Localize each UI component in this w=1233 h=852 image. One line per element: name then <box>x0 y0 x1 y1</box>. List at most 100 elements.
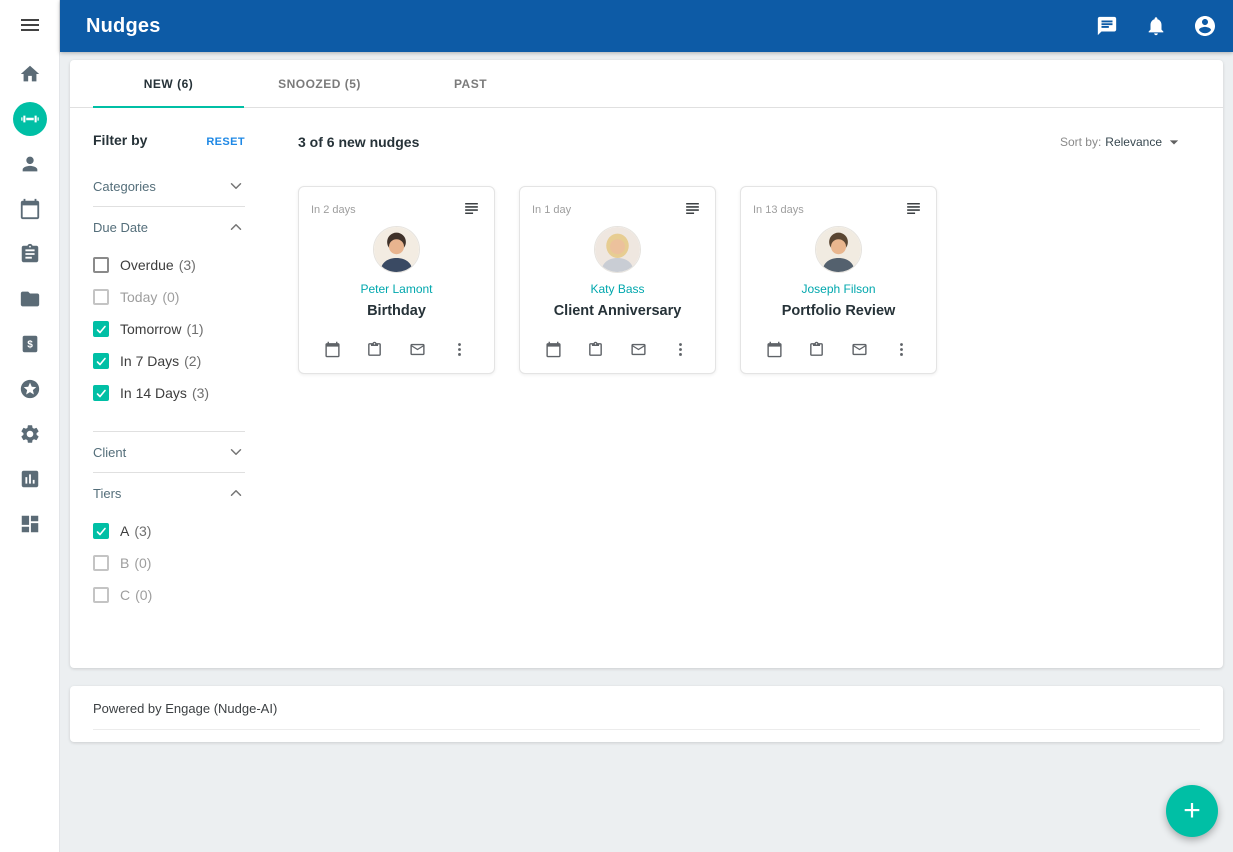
sidebar-item-billing[interactable]: $ <box>0 321 60 366</box>
add-nudge-fab[interactable]: + <box>1166 785 1218 837</box>
email-button[interactable] <box>851 341 869 359</box>
powered-by-text: Powered by Engage (Nudge-AI) <box>93 701 1200 716</box>
notes-button[interactable] <box>683 199 703 219</box>
client-name-link[interactable]: Katy Bass <box>532 282 703 296</box>
email-button[interactable] <box>409 341 427 359</box>
filter-option-tier-b[interactable]: B (0) <box>93 547 245 579</box>
filter-section-client[interactable]: Client <box>93 438 245 466</box>
note-button[interactable] <box>587 341 605 359</box>
filter-option-tomorrow[interactable]: Tomorrow (1) <box>93 313 245 345</box>
clipboard-icon <box>19 243 41 265</box>
section-label: Categories <box>93 179 156 194</box>
sidebar-item-documents[interactable] <box>0 276 60 321</box>
sidebar-item-dashboard[interactable] <box>0 501 60 546</box>
chevron-down-icon <box>227 177 245 195</box>
tab-snoozed[interactable]: SNOOZED (5) <box>244 60 395 107</box>
nudge-title: Birthday <box>311 303 482 319</box>
card-header: In 2 days <box>311 199 482 221</box>
option-count: (3) <box>179 257 196 273</box>
tier-options: A (3) B (0) C (0) <box>93 515 245 611</box>
nudge-card[interactable]: In 1 day <box>519 186 716 374</box>
client-name-link[interactable]: Joseph Filson <box>753 282 924 296</box>
avatar-row <box>532 226 703 273</box>
nudge-card[interactable]: In 13 days <box>740 186 937 374</box>
due-badge: In 2 days <box>311 199 356 216</box>
divider <box>93 431 245 432</box>
notes-button[interactable] <box>462 199 482 219</box>
option-label: In 14 Days <box>120 385 187 401</box>
avatar-photo <box>816 227 861 272</box>
client-avatar[interactable] <box>373 226 420 273</box>
notes-icon <box>904 199 923 218</box>
nudge-cards: In 2 days <box>298 186 1200 374</box>
filter-option-today[interactable]: Today (0) <box>93 281 245 313</box>
more-button[interactable] <box>672 341 690 359</box>
avatar-row <box>311 226 482 273</box>
sidebar-item-settings[interactable] <box>0 411 60 456</box>
gear-icon <box>19 423 41 445</box>
filter-panel: Filter by RESET Categories Due Date <box>93 132 245 611</box>
sort-dropdown[interactable]: Sort by: Relevance <box>1060 132 1184 152</box>
sidebar-item-reports[interactable] <box>0 456 60 501</box>
schedule-button[interactable] <box>324 341 342 359</box>
client-avatar[interactable] <box>594 226 641 273</box>
option-label: In 7 Days <box>120 353 179 369</box>
client-name-link[interactable]: Peter Lamont <box>311 282 482 296</box>
sidebar-item-nudges[interactable] <box>0 96 60 141</box>
chat-icon <box>1096 15 1118 37</box>
filter-option-in-7-days[interactable]: In 7 Days (2) <box>93 345 245 377</box>
nudges-panel: NEW (6) SNOOZED (5) PAST Filter by RESET… <box>70 60 1223 668</box>
sidebar-item-clients[interactable] <box>0 141 60 186</box>
checkbox <box>93 385 109 401</box>
tab-past[interactable]: PAST <box>395 60 546 107</box>
divider <box>93 206 245 207</box>
nudge-card[interactable]: In 2 days <box>298 186 495 374</box>
tab-label: NEW (6) <box>144 77 194 91</box>
filter-option-tier-a[interactable]: A (3) <box>93 515 245 547</box>
notes-button[interactable] <box>904 199 924 219</box>
chat-button[interactable] <box>1095 14 1119 38</box>
more-button[interactable] <box>451 341 469 359</box>
option-count: (3) <box>134 523 151 539</box>
tab-new[interactable]: NEW (6) <box>93 60 244 107</box>
option-label: Tomorrow <box>120 321 181 337</box>
section-label: Client <box>93 445 126 460</box>
menu-button[interactable] <box>12 13 48 37</box>
nudge-title: Portfolio Review <box>753 303 924 319</box>
sidebar-item-calendar[interactable] <box>0 186 60 231</box>
filter-option-in-14-days[interactable]: In 14 Days (3) <box>93 377 245 409</box>
note-button[interactable] <box>808 341 826 359</box>
nudges-active-badge <box>13 102 47 136</box>
filter-option-tier-c[interactable]: C (0) <box>93 579 245 611</box>
checkbox <box>93 321 109 337</box>
email-button[interactable] <box>630 341 648 359</box>
option-count: (0) <box>162 289 179 305</box>
clipboard-icon <box>808 341 825 358</box>
filter-section-categories[interactable]: Categories <box>93 172 245 200</box>
content-area: NEW (6) SNOOZED (5) PAST Filter by RESET… <box>60 52 1233 852</box>
filter-option-overdue[interactable]: Overdue (3) <box>93 249 245 281</box>
schedule-button[interactable] <box>545 341 563 359</box>
filter-section-tiers[interactable]: Tiers <box>93 479 245 507</box>
calendar-icon <box>324 341 341 358</box>
main-column: Nudges NEW (6) SNOOZED (5) <box>60 0 1233 852</box>
option-count: (0) <box>135 587 152 603</box>
sidebar-item-tasks[interactable] <box>0 231 60 276</box>
option-count: (0) <box>134 555 151 571</box>
check-icon <box>95 525 107 538</box>
section-label: Due Date <box>93 220 148 235</box>
more-button[interactable] <box>893 341 911 359</box>
sidebar-item-favorites[interactable] <box>0 366 60 411</box>
reset-filters-button[interactable]: RESET <box>206 136 245 148</box>
bell-icon <box>1145 15 1167 37</box>
sidebar-item-home[interactable] <box>0 51 60 96</box>
check-icon <box>95 355 107 368</box>
notifications-button[interactable] <box>1144 14 1168 38</box>
client-avatar[interactable] <box>815 226 862 273</box>
avatar-photo <box>595 227 640 272</box>
account-button[interactable] <box>1193 14 1217 38</box>
filter-section-due-date[interactable]: Due Date <box>93 213 245 241</box>
note-button[interactable] <box>366 341 384 359</box>
schedule-button[interactable] <box>766 341 784 359</box>
folder-icon <box>19 288 41 310</box>
